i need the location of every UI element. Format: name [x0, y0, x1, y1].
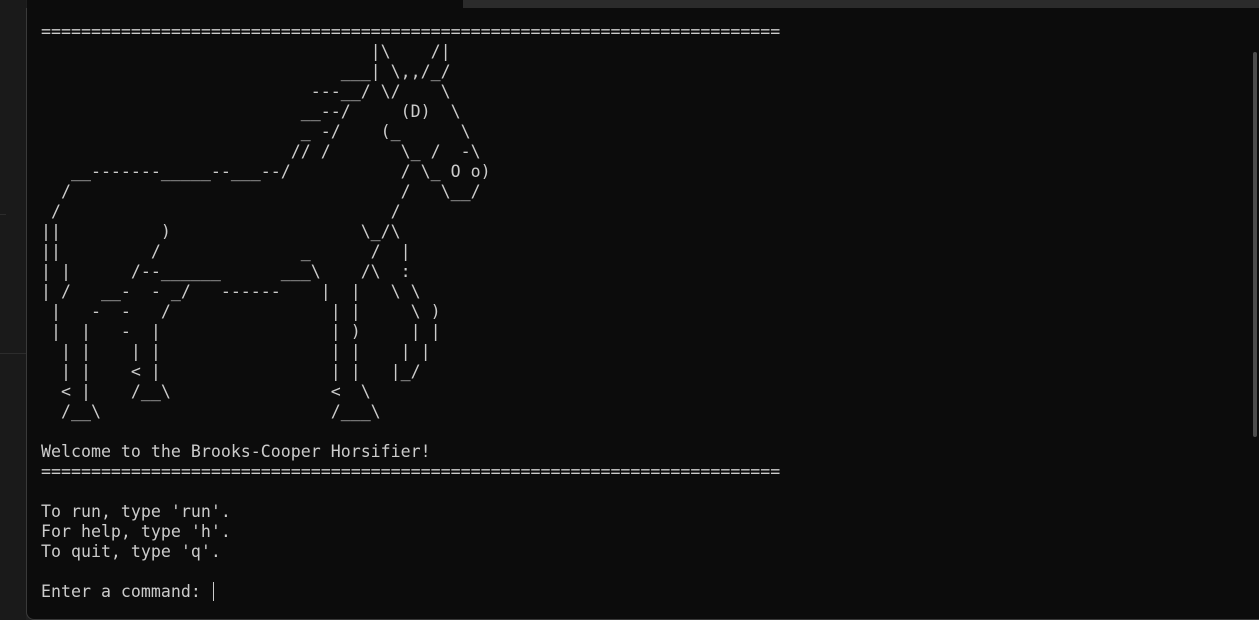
separator-top: ========================================…: [41, 22, 781, 41]
scrollbar-thumb[interactable]: [1253, 52, 1257, 437]
welcome-message: Welcome to the Brooks-Cooper Horsifier!: [41, 442, 431, 461]
instruction-quit: To quit, type 'q'.: [41, 542, 221, 561]
terminal-output: ========================================…: [41, 22, 780, 562]
horse-ascii-art: |\ /| ___| \,,/_/ ---__/ \/ \ __--/ (D) …: [41, 42, 491, 421]
command-input-line[interactable]: Enter a command:: [41, 582, 214, 602]
instruction-help: For help, type 'h'.: [41, 522, 231, 541]
instruction-run: To run, type 'run'.: [41, 502, 231, 521]
command-prompt: Enter a command:: [41, 582, 211, 601]
panel-divider: [0, 353, 26, 354]
terminal-window[interactable]: ========================================…: [26, 0, 1259, 620]
text-cursor: [212, 582, 214, 601]
side-panel-edge: [0, 0, 26, 620]
panel-divider: [0, 214, 6, 215]
separator-bottom: ========================================…: [41, 462, 781, 481]
